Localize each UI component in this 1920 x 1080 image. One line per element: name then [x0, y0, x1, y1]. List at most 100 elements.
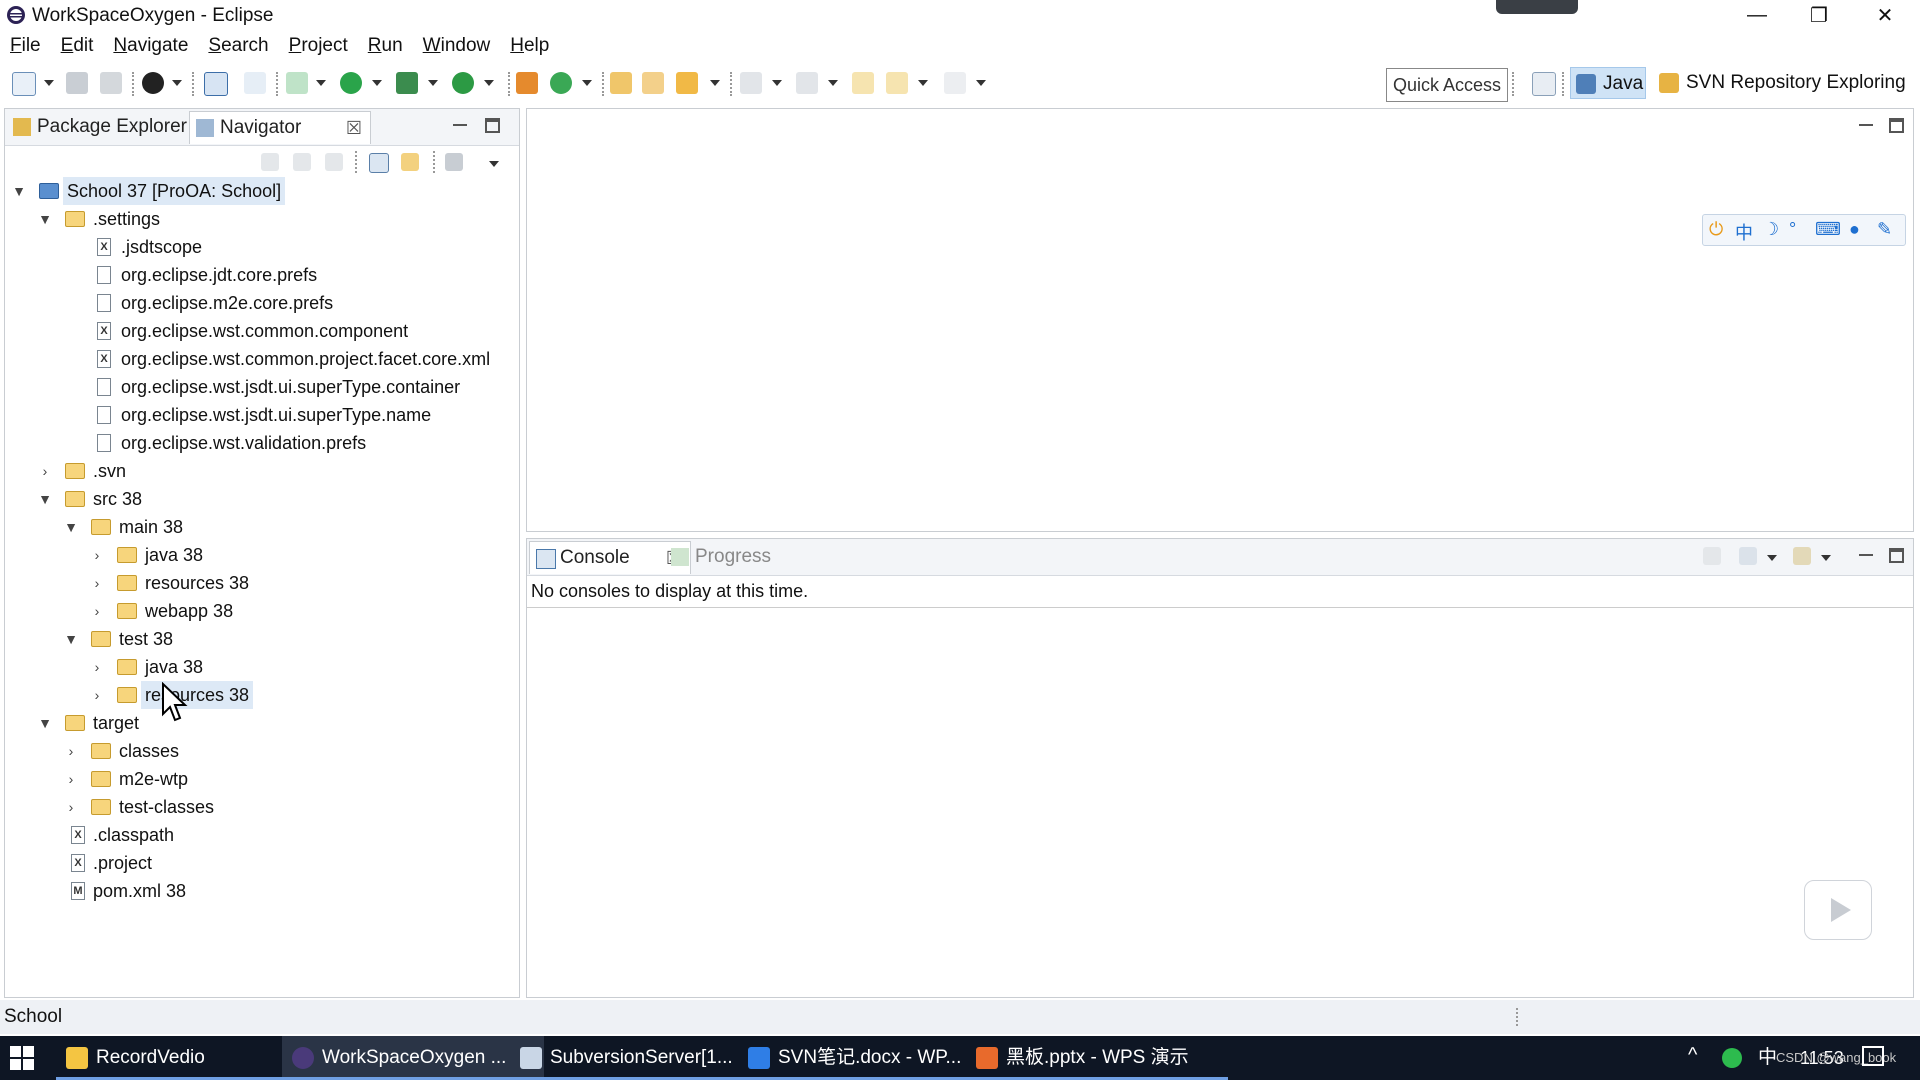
- open-perspective-icon[interactable]: [1532, 72, 1556, 96]
- tree-item-file[interactable]: M pom.xml 38: [5, 877, 505, 905]
- open-console-dropdown-icon[interactable]: [1821, 555, 1831, 561]
- tree-item-file[interactable]: org.eclipse.jdt.core.prefs: [5, 261, 505, 289]
- quick-access-field[interactable]: [1386, 68, 1508, 102]
- tree-item-file[interactable]: X .classpath: [5, 821, 505, 849]
- tree-item-project[interactable]: ▼ School 37 [ProOA: School]: [5, 177, 505, 205]
- windows-start-icon[interactable]: [10, 1046, 34, 1070]
- tree-item-file[interactable]: X .jsdtscope: [5, 233, 505, 261]
- tree-item-folder[interactable]: ▼ test 38: [5, 625, 505, 653]
- tab-navigator[interactable]: Navigator ☒: [189, 111, 371, 144]
- new-dropdown-icon[interactable]: [44, 80, 54, 86]
- open-type-icon[interactable]: [610, 72, 632, 94]
- chevron-down-icon[interactable]: ▼: [63, 625, 79, 653]
- tab-package-explorer[interactable]: Package Explorer: [7, 111, 213, 143]
- run-dropdown-icon[interactable]: [372, 80, 382, 86]
- chevron-down-icon[interactable]: ▼: [11, 177, 27, 205]
- external-tools-dropdown-icon[interactable]: [484, 80, 494, 86]
- new-package-icon[interactable]: [516, 72, 538, 94]
- menu-search[interactable]: Search: [198, 32, 278, 60]
- new-class-dropdown-icon[interactable]: [582, 80, 592, 86]
- tree-item-file[interactable]: org.eclipse.wst.validation.prefs: [5, 429, 505, 457]
- minimize-console-icon[interactable]: [1859, 548, 1873, 556]
- tree-item-folder[interactable]: ▼ target: [5, 709, 505, 737]
- play-button[interactable]: [1804, 880, 1872, 940]
- tree-item-folder[interactable]: › classes: [5, 737, 505, 765]
- punctuation-icon[interactable]: °: [1789, 219, 1796, 240]
- display-console-icon[interactable]: [1739, 547, 1757, 565]
- target-dropdown-icon[interactable]: [172, 80, 182, 86]
- view-menu-icon[interactable]: [489, 161, 499, 167]
- minimize-button[interactable]: —: [1734, 0, 1780, 30]
- tray-app-icon[interactable]: [1722, 1048, 1742, 1068]
- chevron-right-icon[interactable]: ›: [89, 681, 105, 709]
- keyboard-icon[interactable]: ⌨: [1815, 219, 1841, 240]
- chevron-right-icon[interactable]: ›: [89, 653, 105, 681]
- new-icon[interactable]: [12, 72, 36, 96]
- tree-item-file[interactable]: X .project: [5, 849, 505, 877]
- link-with-editor-icon[interactable]: [401, 153, 419, 171]
- save-icon[interactable]: [66, 72, 88, 94]
- tree-item-file[interactable]: org.eclipse.wst.jsdt.ui.superType.name: [5, 401, 505, 429]
- search-dropdown-icon[interactable]: [710, 80, 720, 86]
- perspective-svn[interactable]: SVN Repository Exploring: [1654, 67, 1920, 99]
- run-icon[interactable]: [340, 72, 362, 94]
- tree-item-folder[interactable]: › java 38: [5, 653, 505, 681]
- wrench-icon[interactable]: ✎: [1877, 219, 1892, 240]
- debug-icon[interactable]: [286, 72, 308, 94]
- forward-dropdown-icon[interactable]: [976, 80, 986, 86]
- chevron-right-icon[interactable]: ›: [63, 737, 79, 765]
- notification-icon[interactable]: [1862, 1046, 1884, 1066]
- external-tools-icon[interactable]: [452, 72, 474, 94]
- chevron-down-icon[interactable]: ▼: [37, 709, 53, 737]
- tree-item-file[interactable]: org.eclipse.m2e.core.prefs: [5, 289, 505, 317]
- coverage-icon[interactable]: [396, 72, 418, 94]
- close-icon[interactable]: ☒: [346, 112, 362, 144]
- previous-annotation-icon[interactable]: [796, 72, 818, 94]
- back-icon[interactable]: [261, 153, 279, 171]
- chevron-right-icon[interactable]: ›: [63, 765, 79, 793]
- chevron-right-icon[interactable]: ›: [89, 569, 105, 597]
- chevron-right-icon[interactable]: ›: [63, 793, 79, 821]
- ime-toolbar[interactable]: ⏻ 中 ☽ ° ⌨ ● ✎: [1702, 214, 1906, 246]
- menu-project[interactable]: Project: [279, 32, 358, 60]
- skip-breakpoints-icon[interactable]: [244, 72, 266, 94]
- next-annotation-icon[interactable]: [740, 72, 762, 94]
- menu-edit[interactable]: Edit: [51, 32, 104, 60]
- tree-item-folder[interactable]: ▼ src 38: [5, 485, 505, 513]
- tree-item-file[interactable]: X org.eclipse.wst.common.project.facet.c…: [5, 345, 505, 373]
- taskbar-item-wps-writer[interactable]: SVN笔记.docx - WP...: [738, 1036, 1000, 1080]
- last-edit-icon[interactable]: [852, 72, 874, 94]
- ime-mode-label[interactable]: 中: [1735, 219, 1753, 245]
- tree-item-folder[interactable]: ▼ main 38: [5, 513, 505, 541]
- taskbar-item-recordvedio[interactable]: RecordVedio: [56, 1036, 316, 1080]
- moon-icon[interactable]: ☽: [1763, 219, 1779, 240]
- tree-item-folder[interactable]: › resources 38: [5, 569, 505, 597]
- taskbar-item-eclipse[interactable]: WorkSpaceOxygen ...: [282, 1036, 544, 1080]
- chevron-down-icon[interactable]: ▼: [37, 205, 53, 233]
- tree-item-folder[interactable]: › .svn: [5, 457, 505, 485]
- back-dropdown-icon[interactable]: [918, 80, 928, 86]
- tree-item-folder[interactable]: › java 38: [5, 541, 505, 569]
- tree-item-file[interactable]: org.eclipse.wst.jsdt.ui.superType.contai…: [5, 373, 505, 401]
- previous-annotation-dropdown-icon[interactable]: [828, 80, 838, 86]
- tree-item-file[interactable]: X org.eclipse.wst.common.component: [5, 317, 505, 345]
- next-annotation-dropdown-icon[interactable]: [772, 80, 782, 86]
- chevron-down-icon[interactable]: ▼: [37, 485, 53, 513]
- taskbar-item-subversion[interactable]: SubversionServer[1...: [510, 1036, 772, 1080]
- chevron-down-icon[interactable]: ▼: [63, 513, 79, 541]
- minimize-editor-icon[interactable]: [1859, 118, 1873, 126]
- open-console-icon[interactable]: [1793, 547, 1811, 565]
- new-class-icon[interactable]: [550, 72, 572, 94]
- terminal-icon[interactable]: [204, 72, 228, 96]
- back-icon[interactable]: [886, 72, 908, 94]
- tray-chevron-up-icon[interactable]: ^: [1688, 1044, 1697, 1067]
- save-all-icon[interactable]: [100, 72, 122, 94]
- minimize-view-icon[interactable]: [453, 118, 467, 126]
- menu-help[interactable]: Help: [500, 32, 559, 60]
- chevron-right-icon[interactable]: ›: [37, 457, 53, 485]
- maximize-view-icon[interactable]: [485, 118, 500, 133]
- collapse-all-icon[interactable]: [369, 153, 389, 173]
- menu-run[interactable]: Run: [358, 32, 413, 60]
- tab-progress[interactable]: Progress: [665, 541, 805, 573]
- restore-button[interactable]: ❐: [1796, 0, 1842, 30]
